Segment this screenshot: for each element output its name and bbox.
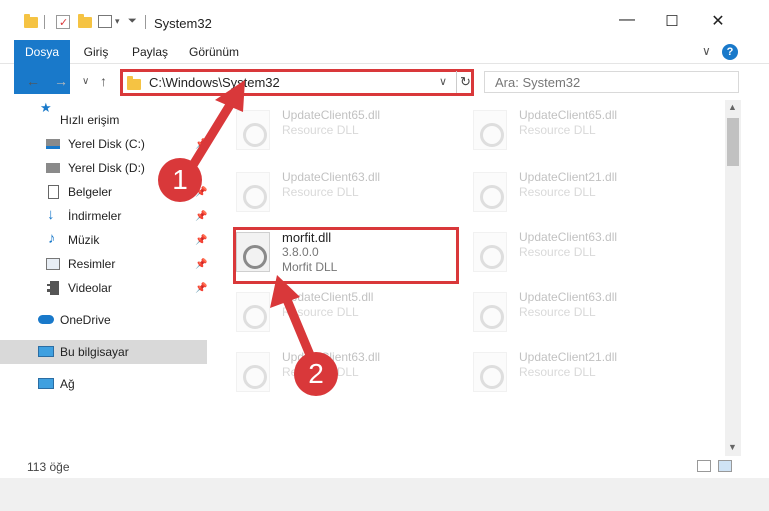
step-2-badge: 2 (294, 352, 338, 396)
annotation-arrows (185, 80, 315, 360)
arrow-1-shaft (185, 95, 238, 175)
step-1-badge: 1 (158, 158, 202, 202)
arrow-2-shaft (280, 290, 315, 360)
